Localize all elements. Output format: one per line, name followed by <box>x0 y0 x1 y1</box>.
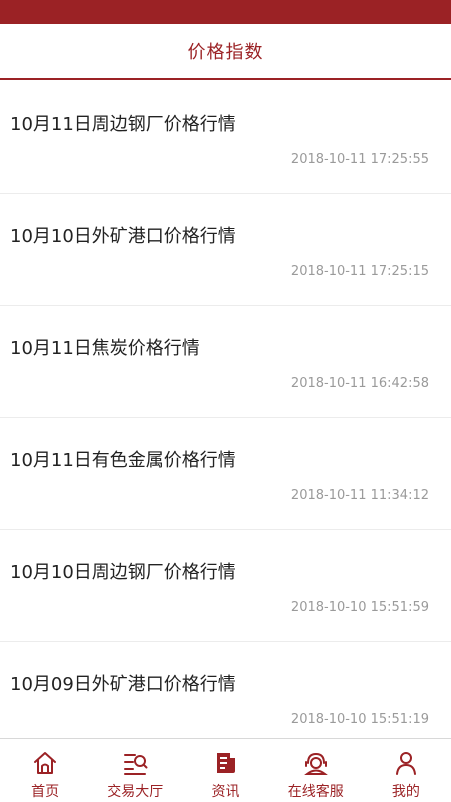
tab-home-label: 首页 <box>31 784 60 800</box>
article-item[interactable]: 10月11日有色金属价格行情 2018-10-11 11:34:12 <box>0 418 451 530</box>
article-item[interactable]: 10月11日周边钢厂价格行情 2018-10-11 17:25:55 <box>0 82 451 194</box>
page-title: 价格指数 <box>187 42 264 63</box>
tab-customer-service-label: 在线客服 <box>287 784 344 800</box>
article-item[interactable]: 10月10日外矿港口价格行情 2018-10-11 17:25:15 <box>0 194 451 306</box>
article-list: 10月11日周边钢厂价格行情 2018-10-11 17:25:55 10月10… <box>0 82 451 738</box>
customer-service-icon <box>302 749 330 777</box>
tab-home[interactable]: 首页 <box>0 739 90 802</box>
trading-hall-icon <box>121 749 149 777</box>
article-title: 10月11日周边钢厂价格行情 <box>10 114 236 135</box>
article-title: 10月10日周边钢厂价格行情 <box>10 562 236 583</box>
tab-customer-service[interactable]: 在线客服 <box>271 739 361 802</box>
article-date: 2018-10-11 17:25:15 <box>290 264 429 279</box>
article-title: 10月09日外矿港口价格行情 <box>10 674 236 695</box>
article-date: 2018-10-11 16:42:58 <box>290 376 429 391</box>
article-title: 10月11日焦炭价格行情 <box>10 338 200 359</box>
tab-trading-hall[interactable]: 交易大厅 <box>90 739 180 802</box>
tab-profile[interactable]: 我的 <box>361 739 451 802</box>
article-item[interactable]: 10月11日焦炭价格行情 2018-10-11 16:42:58 <box>0 306 451 418</box>
article-title: 10月11日有色金属价格行情 <box>10 450 236 471</box>
news-icon <box>212 749 240 777</box>
home-icon <box>31 749 59 777</box>
tab-news-label: 资讯 <box>211 784 240 800</box>
tab-news[interactable]: 资讯 <box>180 739 270 802</box>
article-date: 2018-10-10 15:51:59 <box>290 600 429 615</box>
article-date: 2018-10-11 17:25:55 <box>290 152 429 167</box>
article-title: 10月10日外矿港口价格行情 <box>10 226 236 247</box>
status-bar <box>0 0 451 24</box>
tab-profile-label: 我的 <box>391 784 420 800</box>
page-header: 价格指数 <box>0 24 451 80</box>
article-date: 2018-10-10 15:51:19 <box>290 712 429 727</box>
tab-trading-hall-label: 交易大厅 <box>107 784 164 800</box>
bottom-tab-bar: 首页 交易大厅 资讯 在线客服 我的 <box>0 738 451 802</box>
article-item[interactable]: 10月09日外矿港口价格行情 2018-10-10 15:51:19 <box>0 642 451 738</box>
profile-icon <box>392 749 420 777</box>
article-date: 2018-10-11 11:34:12 <box>290 488 429 503</box>
article-item[interactable]: 10月10日周边钢厂价格行情 2018-10-10 15:51:59 <box>0 530 451 642</box>
